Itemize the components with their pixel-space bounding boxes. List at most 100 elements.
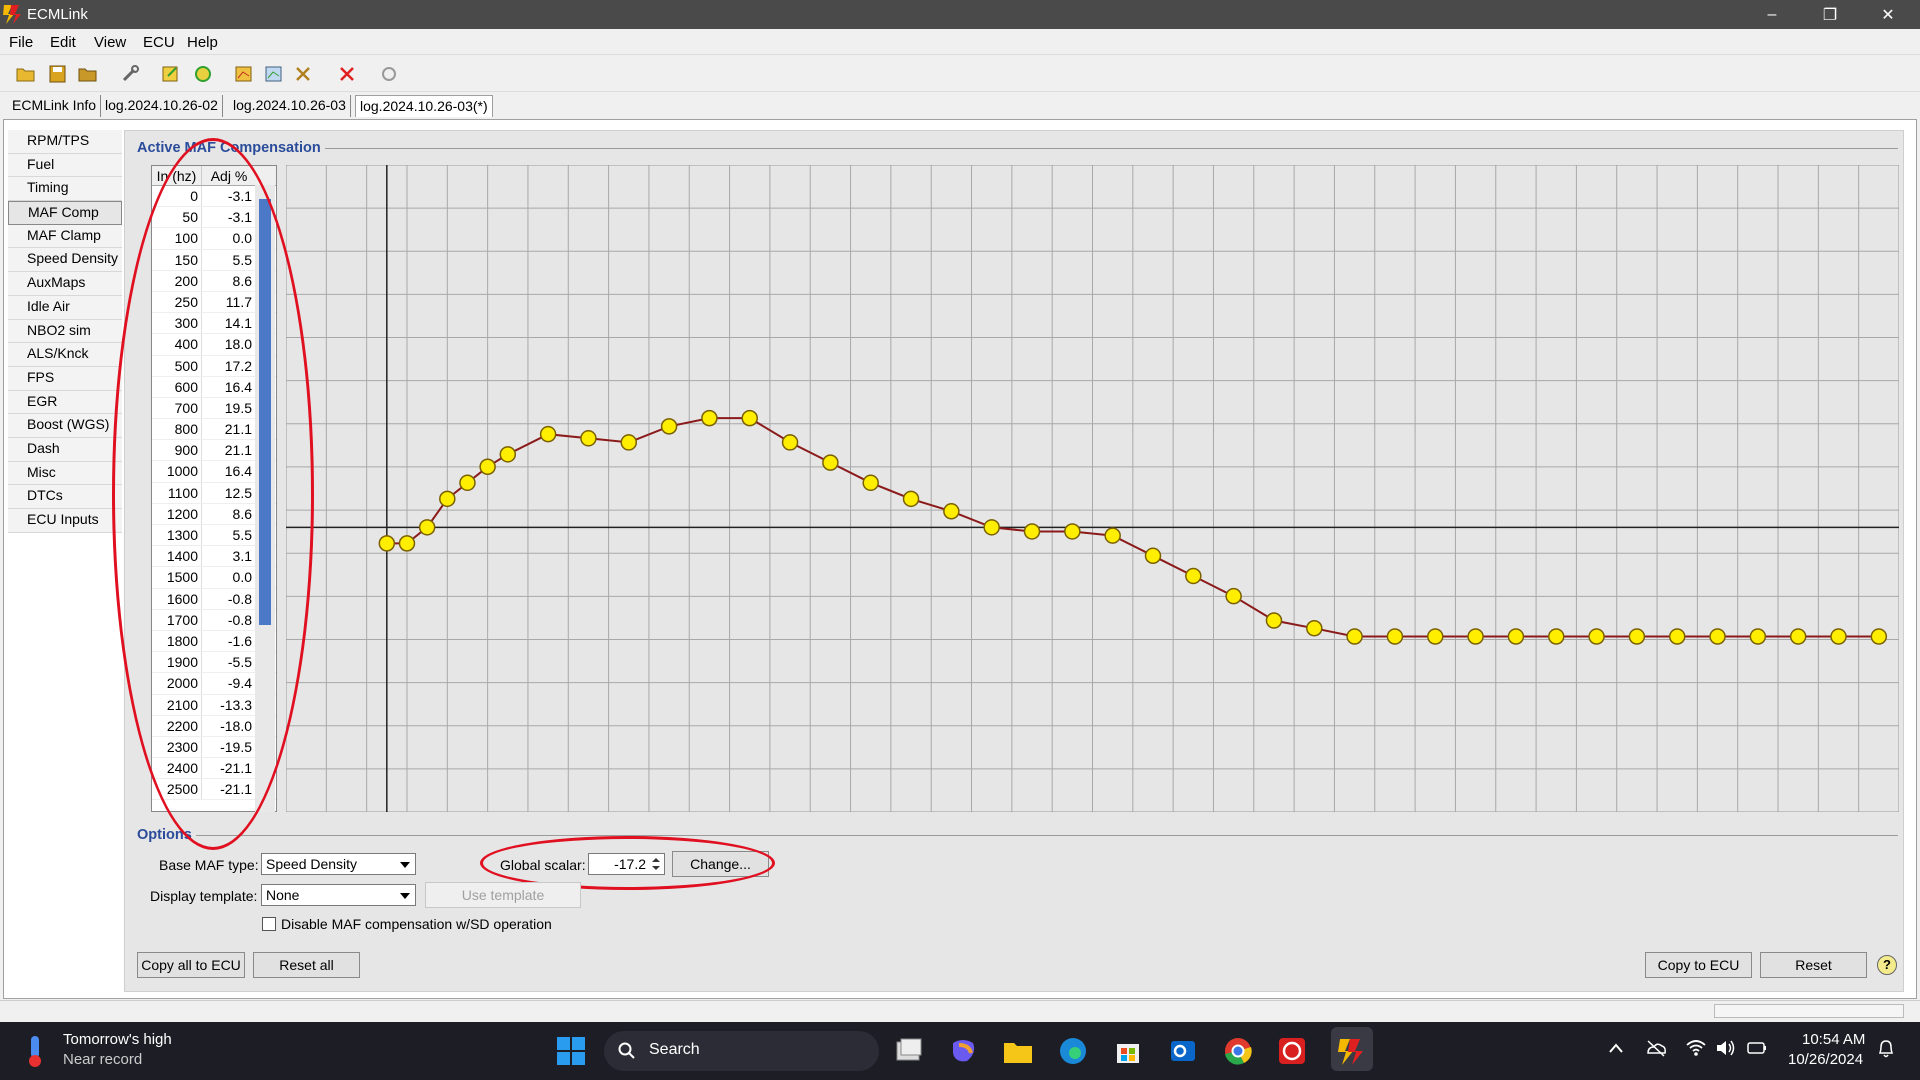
sidebar-item-maf-comp[interactable]: MAF Comp xyxy=(8,201,122,225)
close-button[interactable]: ✕ xyxy=(1859,0,1917,29)
wifi-icon[interactable] xyxy=(1685,1038,1707,1058)
refresh-icon[interactable] xyxy=(192,64,214,84)
menu-bar: File Edit View ECU Help xyxy=(0,29,1920,55)
disable-maf-comp-checkbox[interactable] xyxy=(262,917,276,931)
menu-ecu[interactable]: ECU xyxy=(143,34,175,51)
menu-edit[interactable]: Edit xyxy=(50,34,76,51)
search-placeholder: Search xyxy=(649,1041,700,1058)
map2-icon[interactable] xyxy=(263,64,285,84)
minimize-button[interactable]: – xyxy=(1743,0,1801,29)
chart-point xyxy=(1023,523,1041,540)
chart-point xyxy=(1386,628,1404,645)
save-icon[interactable] xyxy=(47,64,69,84)
onedrive-offline-icon[interactable] xyxy=(1645,1038,1667,1058)
weather-subtitle[interactable]: Near record xyxy=(63,1051,142,1068)
taskbar-search-box[interactable]: Search xyxy=(604,1031,879,1071)
weather-title[interactable]: Tomorrow's high xyxy=(63,1031,172,1048)
tab-ecmlink-info[interactable]: ECMLink Info xyxy=(8,95,102,117)
sidebar-item-als-knck[interactable]: ALS/Knck xyxy=(8,343,122,367)
tab-log-02[interactable]: log.2024.10.26-02 xyxy=(101,95,223,117)
chart-point xyxy=(1789,628,1807,645)
chevron-down-icon xyxy=(400,862,410,868)
ecmlink-taskbar-icon[interactable] xyxy=(1336,1035,1368,1067)
sidebar-item-fps[interactable]: FPS xyxy=(8,366,122,391)
wrench-icon[interactable] xyxy=(120,64,142,84)
base-maf-type-select[interactable]: Speed Density xyxy=(261,853,416,875)
ecmlink-app-icon xyxy=(3,5,21,24)
export-icon[interactable] xyxy=(160,64,182,84)
chart-point xyxy=(943,503,960,520)
menu-view[interactable]: View xyxy=(94,34,126,51)
menu-file[interactable]: File xyxy=(9,34,33,51)
sidebar-item-ecu-inputs[interactable]: ECU Inputs xyxy=(8,509,122,533)
microsoft-store-icon[interactable] xyxy=(1112,1035,1144,1067)
battery-icon[interactable] xyxy=(1745,1038,1769,1058)
sidebar-item-dtcs[interactable]: DTCs xyxy=(8,485,122,509)
chrome-icon[interactable] xyxy=(1222,1035,1254,1067)
restore-button[interactable]: ❐ xyxy=(1801,0,1859,29)
thermometer-weather-icon[interactable] xyxy=(22,1033,48,1069)
windows-start-icon[interactable] xyxy=(555,1035,587,1067)
sidebar-item-speed-density[interactable]: Speed Density xyxy=(8,248,122,273)
use-template-button[interactable]: Use template xyxy=(425,882,581,908)
tab-log-03[interactable]: log.2024.10.26-03 xyxy=(229,95,351,117)
display-template-label: Display template: xyxy=(150,888,258,904)
sidebar-item-auxmaps[interactable]: AuxMaps xyxy=(8,272,122,296)
notification-bell-icon[interactable] xyxy=(1876,1038,1896,1060)
display-template-select[interactable]: None xyxy=(261,884,416,906)
chart-point xyxy=(1749,628,1767,645)
sidebar-item-dash[interactable]: Dash xyxy=(8,437,122,462)
chart-point xyxy=(418,519,436,536)
clock-date[interactable]: 10/26/2024 xyxy=(1788,1051,1863,1068)
reset-all-button[interactable]: Reset all xyxy=(253,952,360,978)
help-icon[interactable]: ? xyxy=(1877,955,1897,975)
status-bar xyxy=(0,1000,1920,1022)
chart-point xyxy=(1225,587,1242,605)
search-icon xyxy=(618,1042,635,1059)
disable-maf-comp-label: Disable MAF compensation w/SD operation xyxy=(281,916,552,932)
sidebar-item-fuel[interactable]: Fuel xyxy=(8,153,122,178)
open-folder-icon[interactable] xyxy=(15,64,37,84)
options-divider xyxy=(190,835,1898,836)
folder-icon[interactable] xyxy=(77,64,99,84)
sync-icon[interactable] xyxy=(378,64,400,84)
tab-log-03-modified[interactable]: log.2024.10.26-03(*) xyxy=(355,95,493,117)
outlook-icon[interactable] xyxy=(1167,1035,1199,1067)
volume-icon[interactable] xyxy=(1715,1038,1737,1058)
chart-point xyxy=(620,434,638,451)
sidebar: RPM/TPS Fuel Timing MAF Comp MAF Clamp S… xyxy=(8,130,122,533)
edge-browser-icon[interactable] xyxy=(1057,1035,1089,1067)
chart-point xyxy=(1709,628,1726,645)
chart-point xyxy=(862,474,879,492)
sidebar-item-boost-wgs[interactable]: Boost (WGS) xyxy=(8,414,122,438)
reset-button[interactable]: Reset xyxy=(1760,952,1867,978)
tools-icon[interactable] xyxy=(293,64,315,84)
sidebar-item-egr[interactable]: EGR xyxy=(8,390,122,415)
file-explorer-icon[interactable] xyxy=(1002,1035,1034,1067)
menu-help[interactable]: Help xyxy=(187,34,218,51)
copy-all-to-ecu-button[interactable]: Copy all to ECU xyxy=(137,952,245,978)
sidebar-item-maf-clamp[interactable]: MAF Clamp xyxy=(8,224,122,249)
sidebar-item-idle-air[interactable]: Idle Air xyxy=(8,295,122,320)
map-icon[interactable] xyxy=(233,64,255,84)
copilot-icon[interactable] xyxy=(947,1035,979,1067)
maf-comp-chart[interactable] xyxy=(286,165,1899,812)
chevron-up-icon[interactable] xyxy=(1608,1042,1624,1054)
group-divider xyxy=(320,148,1898,149)
sidebar-item-rpm-tps[interactable]: RPM/TPS xyxy=(8,130,122,154)
chart-point xyxy=(439,490,456,508)
clock-time[interactable]: 10:54 AM xyxy=(1802,1031,1865,1048)
base-maf-type-label: Base MAF type: xyxy=(159,857,259,873)
task-view-icon[interactable] xyxy=(893,1035,925,1067)
chart-point xyxy=(580,430,597,447)
chart-point xyxy=(479,458,496,476)
sidebar-item-nbo2-sim[interactable]: NBO2 sim xyxy=(8,319,122,344)
sidebar-item-timing[interactable]: Timing xyxy=(8,177,122,202)
sidebar-item-misc[interactable]: Misc xyxy=(8,461,122,486)
chart-point xyxy=(1628,628,1646,645)
chart-point xyxy=(741,409,758,427)
dyno-app-icon[interactable] xyxy=(1276,1035,1308,1067)
copy-to-ecu-button[interactable]: Copy to ECU xyxy=(1645,952,1752,978)
chart-point xyxy=(1306,620,1323,637)
delete-icon[interactable] xyxy=(336,64,358,84)
